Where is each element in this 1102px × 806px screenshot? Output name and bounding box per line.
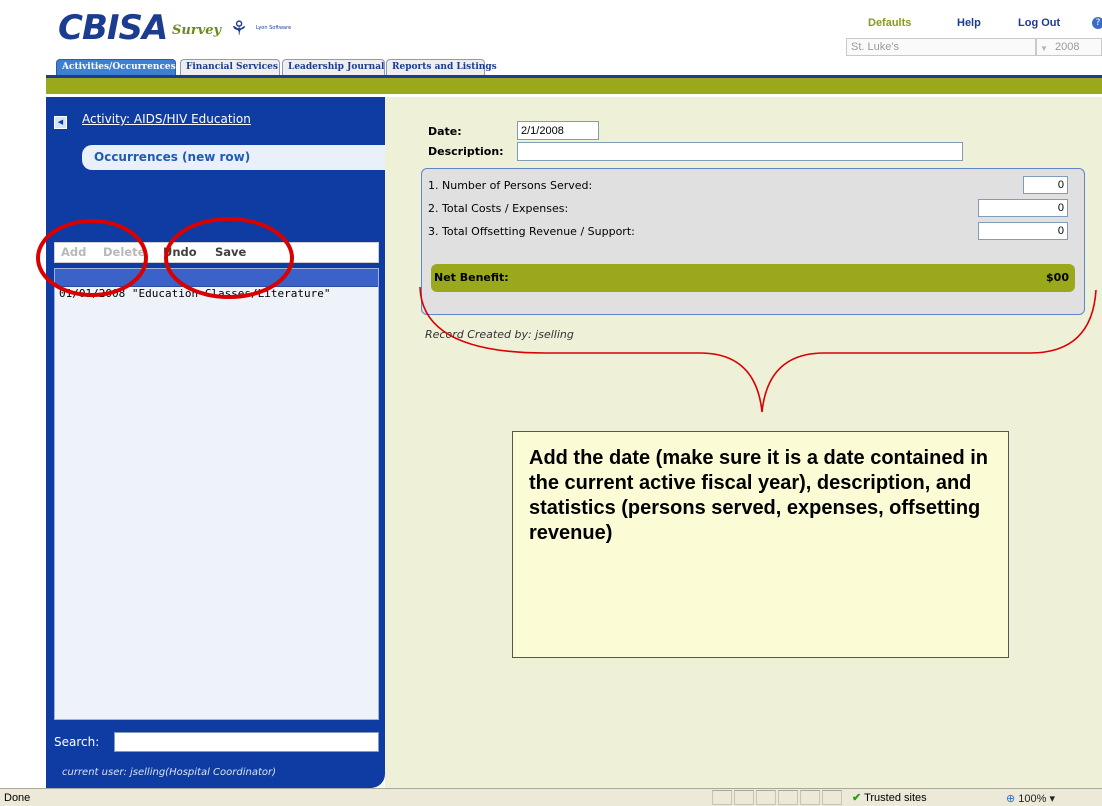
- logout-link[interactable]: Log Out: [1018, 17, 1060, 29]
- chevron-down-icon: ▾: [1049, 793, 1056, 805]
- logo-vendor-text: Lyon Software: [256, 25, 292, 31]
- add-button[interactable]: Add: [61, 245, 86, 259]
- hospital-select[interactable]: St. Luke's: [846, 38, 1036, 56]
- description-input[interactable]: [517, 142, 963, 161]
- offsetting-revenue-input[interactable]: [978, 222, 1068, 240]
- search-label: Search:: [54, 735, 100, 749]
- chevron-down-icon: ▼: [1040, 44, 1048, 53]
- lyon-software-icon: ⚘: [230, 16, 248, 40]
- olive-band: [46, 78, 1102, 94]
- occurrence-list[interactable]: 01/01/2008 "Education Classes/Literature…: [54, 268, 379, 720]
- list-header: [55, 269, 378, 287]
- offsetting-revenue-label: 3. Total Offsetting Revenue / Support:: [428, 225, 635, 238]
- status-cell: [822, 790, 842, 805]
- list-item[interactable]: 01/01/2008 "Education Classes/Literature…: [55, 287, 378, 301]
- logo-text: CBISA: [58, 8, 168, 48]
- status-cell: [800, 790, 820, 805]
- hospital-select-value: St. Luke's: [851, 41, 899, 53]
- persons-served-label: 1. Number of Persons Served:: [428, 179, 593, 192]
- left-panel: ◀ Activity: AIDS/HIV Education Occurrenc…: [46, 97, 385, 788]
- security-zone-text: Trusted sites: [864, 792, 927, 804]
- zoom-icon: ⊕: [1006, 793, 1016, 805]
- net-benefit-label: Net Benefit:: [434, 271, 509, 284]
- help-link[interactable]: Help: [957, 17, 981, 29]
- net-benefit-bar: Net Benefit: $00: [431, 264, 1075, 292]
- year-select-value: 2008: [1055, 41, 1080, 53]
- check-icon: ✔: [852, 792, 862, 804]
- zoom-control[interactable]: ⊕ 100% ▾: [1006, 792, 1055, 805]
- date-label: Date:: [428, 125, 462, 138]
- help-icon[interactable]: ?: [1092, 17, 1102, 29]
- app-header: CBISA Survey ⚘ Lyon Software Defaults He…: [0, 0, 1102, 76]
- statistics-panel: 1. Number of Persons Served: 2. Total Co…: [421, 168, 1085, 315]
- status-text: Done: [4, 792, 31, 804]
- tab-leadership-journal[interactable]: Leadership Journal: [282, 59, 385, 76]
- occurrences-tab[interactable]: Occurrences (new row): [82, 145, 385, 170]
- total-costs-label: 2. Total Costs / Expenses:: [428, 202, 569, 215]
- tab-reports-and-listings[interactable]: Reports and Listings: [386, 59, 497, 76]
- defaults-link[interactable]: Defaults: [868, 17, 911, 29]
- date-input[interactable]: [517, 121, 599, 140]
- back-arrow-icon[interactable]: ◀: [54, 116, 67, 129]
- undo-button[interactable]: Undo: [163, 245, 197, 259]
- tab-activities-occurrences[interactable]: Activities/Occurrences: [56, 59, 176, 76]
- status-cell: [756, 790, 776, 805]
- security-zone[interactable]: ✔ Trusted sites: [852, 791, 927, 804]
- tab-financial-services[interactable]: Financial Services: [180, 59, 280, 76]
- search-input[interactable]: [114, 732, 379, 752]
- instruction-callout: Add the date (make sure it is a date con…: [512, 431, 1009, 658]
- record-created-text: Record Created by: jselling: [425, 328, 574, 341]
- browser-status-bar: Done ✔ Trusted sites ⊕ 100% ▾: [0, 788, 1102, 806]
- status-cell: [778, 790, 798, 805]
- current-user-text: current user: jselling(Hospital Coordina…: [62, 767, 277, 778]
- zoom-text: 100%: [1018, 793, 1047, 805]
- top-links: Defaults Help Log Out ?: [860, 3, 1102, 29]
- persons-served-input[interactable]: [1023, 176, 1068, 194]
- status-cell: [712, 790, 732, 805]
- net-benefit-value: $00: [1046, 271, 1069, 284]
- cbisa-logo: CBISA Survey ⚘ Lyon Software: [58, 8, 291, 48]
- year-select[interactable]: ▼ 2008: [1036, 38, 1102, 56]
- total-costs-input[interactable]: [978, 199, 1068, 217]
- occurrence-toolbar: Add Delete Undo Save: [54, 242, 379, 263]
- save-button[interactable]: Save: [215, 245, 246, 259]
- logo-survey-text: Survey: [172, 23, 222, 38]
- activity-link[interactable]: Activity: AIDS/HIV Education: [82, 112, 251, 126]
- status-cell: [734, 790, 754, 805]
- description-label: Description:: [428, 145, 504, 158]
- delete-button[interactable]: Delete: [103, 245, 145, 259]
